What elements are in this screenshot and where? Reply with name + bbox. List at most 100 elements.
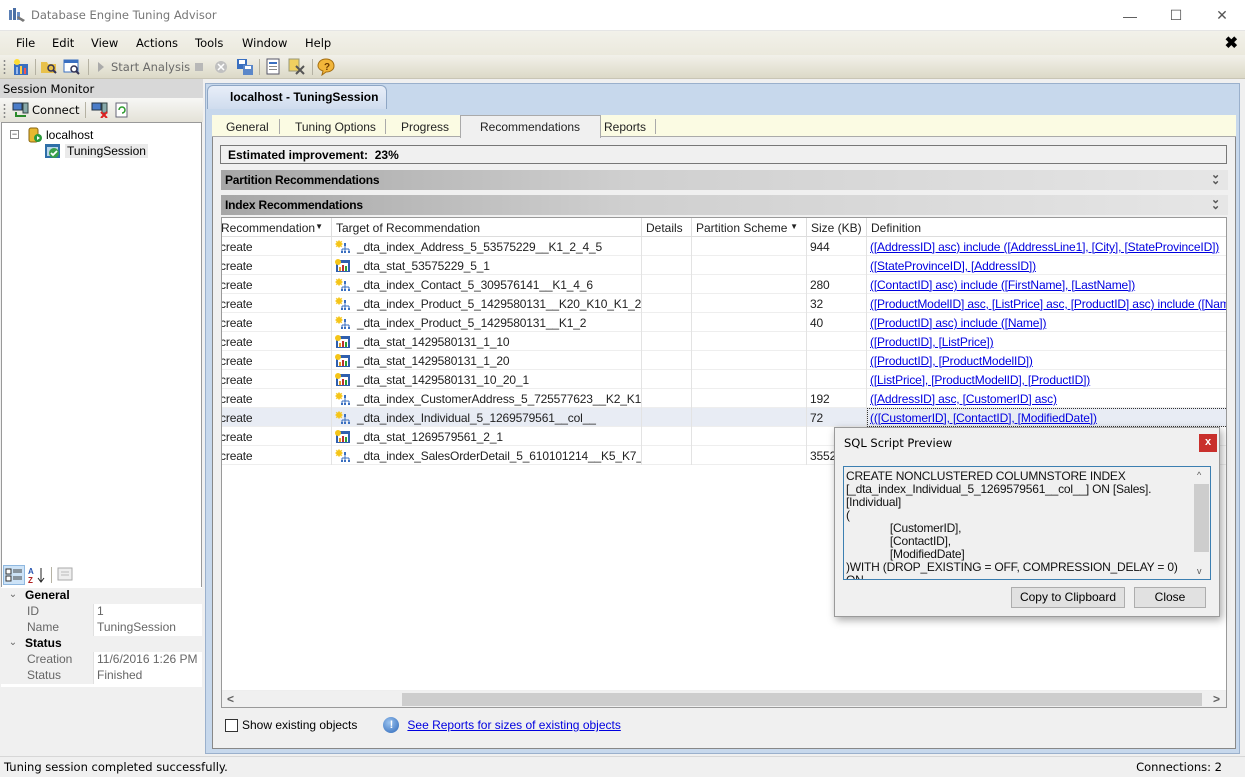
tab-progress[interactable]: Progress [401,120,449,134]
show-existing-checkbox[interactable] [225,718,238,732]
menu-edit[interactable]: Edit [52,36,74,50]
chevron-down-icon[interactable]: ⌄ [1,636,25,652]
definition-link[interactable]: ([ProductModelID] asc, [ListPrice] asc, … [870,297,1226,311]
tab-tuning-options[interactable]: Tuning Options [295,120,376,134]
tab-general[interactable]: General [226,120,269,134]
property-row[interactable]: Status Finished [1,668,202,684]
reports-link[interactable]: See Reports for sizes of existing object… [407,718,620,732]
table-row[interactable]: create _dta_stat_1429580131_10_20_1 ([List… [222,370,1226,389]
definition-link[interactable]: ([ContactID] asc) include ([FirstName], … [870,278,1135,292]
table-row[interactable]: create _dta_index_Product_5_1429580131__K… [222,294,1226,313]
table-row[interactable]: create _dta_index_CustomerAddress_5_72557… [222,389,1226,408]
partition-recommendations-header[interactable]: Partition Recommendations ⌄ ⌄ [221,170,1228,190]
column-header-details[interactable]: Details [642,218,692,237]
cell-definition[interactable]: ([ProductID], [ListPrice]) [867,332,1226,351]
cell-definition[interactable]: ([AddressID] asc) include ([AddressLine1… [867,237,1226,256]
horizontal-scrollbar[interactable]: < > [222,690,1226,707]
table-row[interactable]: create _dta_index_Contact_5_309576141__K1… [222,275,1226,294]
definition-link[interactable]: ([ProductID] asc) include ([Name]) [870,316,1046,330]
property-category-general[interactable]: ⌄ General [1,588,202,604]
view-session-button[interactable] [63,58,81,76]
cell-definition[interactable]: ([ProductID] asc) include ([Name]) [867,313,1226,332]
scroll-left-icon[interactable]: < [227,692,234,706]
scrollbar-thumb[interactable] [1194,484,1209,552]
minimize-button[interactable]: — [1107,0,1153,31]
table-row[interactable]: create _dta_stat_53575229_5_1 ([StateProvi… [222,256,1226,275]
cell-definition[interactable]: (([CustomerID], [ContactID], [ModifiedDa… [867,408,1226,427]
scroll-down-icon[interactable]: v [1197,566,1202,576]
column-header-target[interactable]: Target of Recommendation [332,218,642,237]
toolbar-grip[interactable] [3,59,6,75]
cancel-button[interactable] [213,58,229,76]
expand-icon[interactable]: ⌄ ⌄ [1211,170,1220,187]
column-header-definition[interactable]: Definition [867,218,1226,237]
copy-to-clipboard-button[interactable]: Copy to Clipboard [1011,587,1125,608]
dropdown-arrow-icon[interactable]: ▼ [790,222,798,231]
definition-link[interactable]: ([AddressID] asc, [CustomerID] asc) [870,392,1057,406]
menu-view[interactable]: View [91,36,118,50]
disconnect-button[interactable] [91,101,109,119]
tree-node-localhost[interactable]: − localhost [10,126,93,143]
alphabetical-button[interactable]: AZ [27,565,47,585]
connect-button[interactable]: Connect [12,101,80,119]
cell-definition[interactable]: ([StateProvinceID], [AddressID]) [867,256,1226,275]
menu-actions[interactable]: Actions [136,36,178,50]
tab-reports[interactable]: Reports [604,120,646,134]
cell-definition[interactable]: ([ContactID] asc) include ([FirstName], … [867,275,1226,294]
menu-help[interactable]: Help [305,36,331,50]
maximize-button[interactable]: ☐ [1153,0,1199,31]
column-header-recommendation[interactable]: Recommendation ▼ [222,218,332,237]
reports-button[interactable] [264,58,282,76]
close-button[interactable]: ✕ [1199,0,1245,31]
menu-window[interactable]: Window [242,36,287,50]
vertical-scrollbar[interactable]: ^ v [1193,467,1210,579]
tab-recommendations[interactable]: Recommendations [460,115,602,138]
save-recommendations-button[interactable] [236,58,254,76]
dropdown-arrow-icon[interactable]: ▼ [315,222,323,231]
tree-node-tuning-session[interactable]: TuningSession [44,142,148,159]
definition-link[interactable]: ([StateProvinceID], [AddressID]) [870,259,1036,273]
cell-definition[interactable]: ([ProductID], [ProductModelID]) [867,351,1226,370]
refresh-button[interactable] [115,101,129,119]
menu-tools[interactable]: Tools [195,36,223,50]
column-header-partition-scheme[interactable]: Partition Scheme ▼ [692,218,807,237]
definition-link[interactable]: ([ProductID], [ListPrice]) [870,335,994,349]
menu-file[interactable]: File [16,36,35,50]
dialog-close-button[interactable]: Close [1134,587,1206,608]
options-button[interactable] [288,58,306,76]
definition-link[interactable]: ([ListPrice], [ProductModelID], [Product… [870,373,1090,387]
property-row[interactable]: ID 1 [1,604,202,620]
column-header-size[interactable]: Size (KB) [807,218,867,237]
sql-script-textbox[interactable]: CREATE NONCLUSTERED COLUMNSTORE INDEX [_… [843,466,1211,580]
collapse-icon[interactable]: ⌄ ⌄ [1211,195,1220,212]
open-button[interactable] [40,58,58,76]
cell-definition[interactable]: ([ListPrice], [ProductModelID], [Product… [867,370,1226,389]
cell-definition[interactable]: ([ProductModelID] asc, [ListPrice] asc, … [867,294,1226,313]
scrollbar-thumb[interactable] [402,693,1202,706]
definition-link[interactable]: ([AddressID] asc) include ([AddressLine1… [870,240,1219,254]
mdi-close-icon[interactable]: ✖ [1225,33,1238,53]
table-row[interactable]: create _dta_index_Individual_5_1269579561… [222,408,1226,427]
table-row[interactable]: create _dta_index_Address_5_53575229__K1_… [222,237,1226,256]
help-button[interactable]: ? [317,58,335,76]
collapse-icon[interactable]: − [10,130,19,139]
property-row[interactable]: Creation time 11/6/2016 1:26 PM [1,652,202,680]
cell-definition[interactable]: ([AddressID] asc, [CustomerID] asc) [867,389,1226,408]
table-row[interactable]: create _dta_stat_1429580131_1_10 ([Product… [222,332,1226,351]
definition-link[interactable]: (([CustomerID], [ContactID], [ModifiedDa… [870,411,1097,425]
definition-link[interactable]: ([ProductID], [ProductModelID]) [870,354,1033,368]
table-row[interactable]: create _dta_index_Product_5_1429580131__K… [222,313,1226,332]
index-recommendations-header[interactable]: Index Recommendations ⌄ ⌄ [221,195,1228,215]
stop-analysis-button[interactable] [193,58,205,76]
start-analysis-button[interactable]: Start Analysis [96,58,190,76]
chevron-down-icon[interactable]: ⌄ [1,588,25,604]
categorized-button[interactable] [3,565,25,585]
property-pages-button[interactable] [56,566,76,584]
property-category-status[interactable]: ⌄ Status [1,636,202,652]
scroll-up-icon[interactable]: ^ [1197,470,1201,480]
dialog-close-icon[interactable]: x [1199,434,1217,452]
property-row[interactable]: Name TuningSession [1,620,202,636]
scroll-right-icon[interactable]: > [1213,692,1220,706]
table-row[interactable]: create _dta_stat_1429580131_1_20 ([Product… [222,351,1226,370]
new-session-button[interactable] [12,58,30,76]
